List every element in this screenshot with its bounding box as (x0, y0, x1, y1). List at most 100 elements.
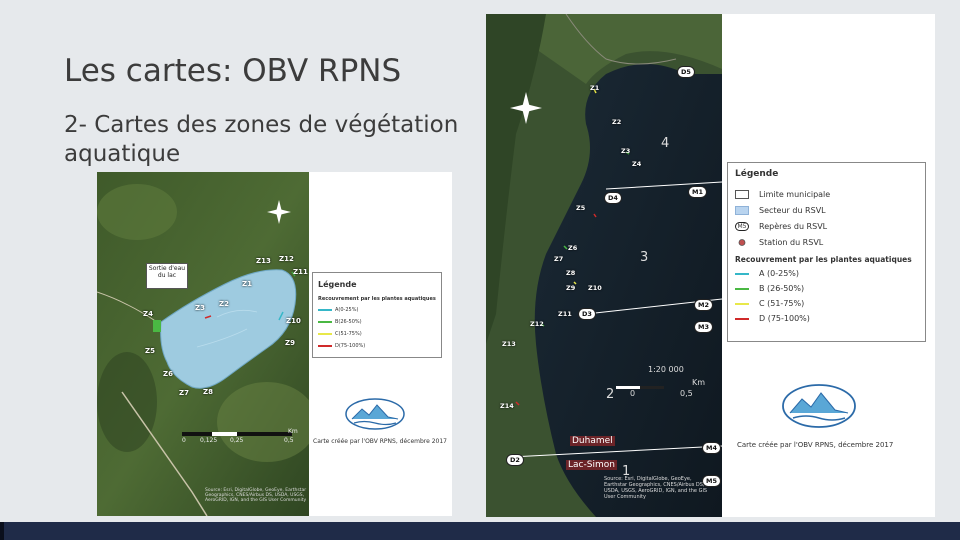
zone-label: Z9 (566, 284, 576, 292)
zone-label: Z8 (203, 388, 213, 396)
legend-subtitle: Recouvrement par les plantes aquatiques (735, 255, 912, 264)
zone-label: Z13 (256, 257, 271, 265)
legend-row: Secteur du RSVL (735, 206, 826, 215)
marker-badge: D2 (506, 454, 524, 466)
sector-label: 2 (606, 387, 615, 402)
zone-label: Z3 (621, 147, 631, 155)
slide-title: Les cartes: OBV RPNS (64, 53, 402, 89)
scale-unit: Km (692, 378, 706, 387)
scale-ratio: 1:20 000 (648, 365, 684, 374)
aerial-imagery-1 (97, 172, 309, 516)
legend-row: M5 Repères du RSVL (735, 222, 827, 231)
zone-label: Z2 (612, 118, 622, 126)
legend-swatch (318, 332, 332, 335)
place-label-duhamel: Duhamel (570, 436, 615, 446)
legend-label: Station du RSVL (759, 238, 824, 247)
legend-row: D(75-100%) (318, 343, 365, 351)
map1-credit: Carte créée par l'OBV RPNS, décembre 201… (313, 438, 447, 445)
scale-tick: 0,125 (200, 437, 218, 444)
marker-badge: D3 (578, 308, 596, 320)
legend-row: B(26-50%) (318, 319, 362, 327)
zone-label: Z13 (502, 340, 516, 348)
slide-footer-bar (0, 522, 960, 540)
legend-row: Limite municipale (735, 190, 830, 199)
sector-label: 4 (661, 136, 670, 151)
legend-row: B (26-50%) (735, 284, 804, 293)
zone-label: Z6 (163, 370, 173, 378)
municipal-limit-symbol (735, 190, 749, 199)
scale-unit: Km (288, 428, 298, 435)
marker-badge: D5 (677, 66, 695, 78)
map2-legend: Légende Limite municipale Secteur du RSV… (727, 162, 926, 342)
legend-label: C(51-75%) (335, 331, 362, 337)
obv-rpns-logo (345, 398, 405, 430)
legend-row: C(51-75%) (318, 331, 362, 339)
legend-swatch (318, 320, 332, 323)
zone-label: Z1 (590, 84, 600, 92)
legend-label: A (0-25%) (759, 269, 800, 278)
legend-swatch (318, 308, 332, 311)
zone-label: Z2 (219, 300, 229, 308)
slide-subtitle: 2- Cartes des zones de végétation aquati… (64, 112, 459, 167)
map1-source: Source: Esri, DigitalGlobe, GeoEye, Eart… (205, 488, 307, 503)
vegetation-map-lac-simon: Z1 Z2 Z3 Z4 Z5 Z6 Z7 Z8 Z9 Z10 Z11 Z12 Z… (486, 14, 935, 517)
zone-label: Z7 (179, 389, 189, 397)
legend-label: C (51-75%) (759, 299, 805, 308)
sector-symbol (735, 206, 749, 215)
legend-swatch (735, 287, 749, 290)
zone-label: Z11 (558, 310, 572, 318)
zone-label: Z5 (576, 204, 586, 212)
legend-label: D(75-100%) (335, 343, 366, 349)
scale-tick: 0 (630, 389, 636, 398)
legend-label: Secteur du RSVL (759, 206, 826, 215)
legend-title: Légende (318, 280, 357, 289)
place-label-lac-simon: Lac-Simon (566, 460, 617, 470)
map2-source: Source: Esri, DigitalGlobe, GeoEye, Eart… (604, 476, 708, 500)
zone-label: Z4 (143, 310, 153, 318)
scale-tick: 0,5 (284, 437, 294, 444)
zone-label: Z14 (500, 402, 514, 410)
legend-label: Repères du RSVL (759, 222, 828, 231)
marker-badge: M2 (694, 299, 713, 311)
legend-title: Légende (735, 169, 779, 179)
scale-tick: 0,5 (680, 389, 693, 398)
zone-label: Z10 (286, 317, 301, 325)
zone-label: Z7 (554, 255, 564, 263)
map1-legend: Légende Recouvrement par les plantes aqu… (312, 272, 442, 358)
vegetation-map-lake-small: Sortie d'eau du lac Z13 Z12 Z11 Z1 Z2 Z3… (97, 172, 452, 516)
legend-label: Limite municipale (759, 190, 831, 199)
legend-row: D (75-100%) (735, 314, 810, 323)
legend-swatch (735, 272, 749, 275)
scale-tick: 0 (182, 437, 186, 444)
legend-label: A(0-25%) (335, 307, 359, 313)
marker-badge: M3 (694, 321, 713, 333)
marker-symbol: M5 (735, 222, 749, 231)
zone-label: Z8 (566, 269, 576, 277)
zone-label: Z12 (279, 255, 294, 263)
marker-badge: D4 (604, 192, 622, 204)
legend-subtitle: Recouvrement par les plantes aquatiques (318, 296, 436, 302)
zone-label: Z3 (195, 304, 205, 312)
zone-label: Z1 (242, 280, 252, 288)
legend-label: D (75-100%) (759, 314, 810, 323)
legend-swatch (318, 344, 332, 347)
marker-badge: M1 (688, 186, 707, 198)
marker-badge: M4 (702, 442, 721, 454)
map2-credit: Carte créée par l'OBV RPNS, décembre 201… (737, 441, 894, 449)
zone-label: Z10 (588, 284, 602, 292)
zone-label: Z4 (632, 160, 642, 168)
station-symbol (735, 238, 749, 247)
legend-row: A (0-25%) (735, 269, 799, 278)
sector-label: 3 (640, 250, 649, 265)
zone-label: Z9 (285, 339, 295, 347)
scale-tick: 0,25 (230, 437, 244, 444)
legend-swatch (735, 317, 749, 320)
legend-swatch (735, 302, 749, 305)
zone-label: Z5 (145, 347, 155, 355)
legend-row: Station du RSVL (735, 238, 823, 247)
obv-rpns-logo (782, 384, 856, 428)
legend-row: A(0-25%) (318, 307, 358, 315)
zone-label: Z12 (530, 320, 544, 328)
zone-label: Z11 (293, 268, 308, 276)
legend-row: C (51-75%) (735, 299, 804, 308)
